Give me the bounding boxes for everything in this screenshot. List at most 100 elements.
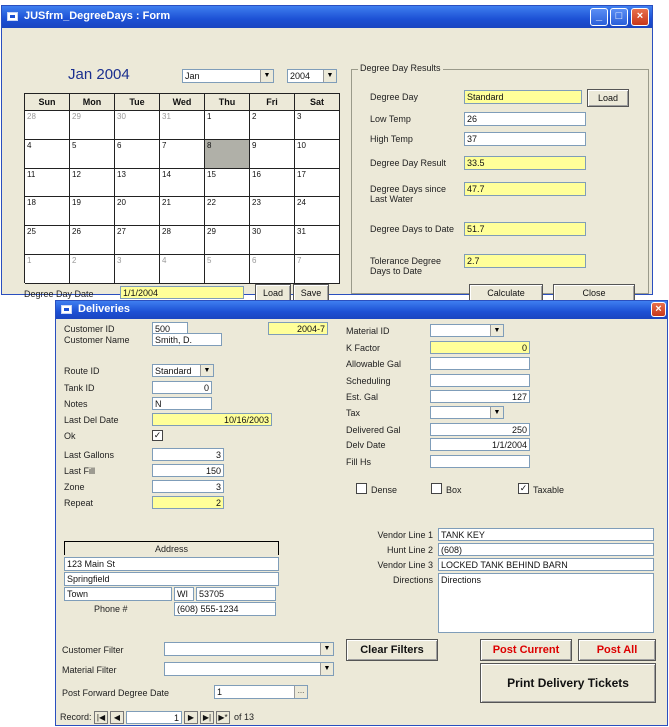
calendar-day-cell[interactable]: 5: [70, 139, 115, 169]
degree-days-titlebar[interactable]: JUSfrm_DegreeDays : Form _ □ ×: [2, 6, 652, 28]
calendar-day-cell[interactable]: 27: [115, 226, 160, 255]
calendar-day-cell[interactable]: 30: [250, 226, 295, 255]
delivery-right-input[interactable]: 127: [430, 390, 530, 403]
delivery-checkbox[interactable]: [431, 483, 442, 494]
chevron-down-icon[interactable]: ▼: [490, 325, 503, 336]
delivery-field-input[interactable]: 3: [152, 480, 224, 493]
delivery-field-input[interactable]: Smith, D.: [152, 333, 222, 346]
delivery-right-input[interactable]: 2▼: [430, 324, 504, 337]
info-field-input[interactable]: (608): [438, 543, 654, 556]
customer-extra-field[interactable]: 2004-7: [268, 322, 328, 335]
calendar-day-cell[interactable]: 13: [115, 168, 160, 198]
first-record-icon[interactable]: |◀: [94, 711, 108, 724]
delivery-field-input[interactable]: 3: [152, 448, 224, 461]
delivery-field-input[interactable]: 0: [152, 381, 212, 394]
post-current-button[interactable]: Post Current: [480, 639, 572, 661]
degree-day-field-input[interactable]: 37: [464, 132, 586, 146]
calendar-day-cell[interactable]: 5: [205, 255, 250, 284]
previous-record-icon[interactable]: ◀: [110, 711, 124, 724]
chevron-down-icon[interactable]: ▼: [320, 663, 333, 675]
delivery-field-input[interactable]: N: [152, 397, 212, 410]
calendar-day-cell[interactable]: 29: [70, 111, 115, 140]
delivery-right-input[interactable]: [430, 374, 530, 387]
zip-field[interactable]: 53705: [196, 587, 276, 601]
address-line2-field[interactable]: Springfield: [64, 572, 279, 586]
delivery-right-input[interactable]: 1/1/2004: [430, 438, 530, 451]
calendar-day-cell[interactable]: 12: [70, 168, 115, 198]
calendar-day-cell[interactable]: 1: [205, 111, 250, 140]
calendar-day-cell[interactable]: 17: [295, 168, 340, 198]
info-field-input[interactable]: TANK KEY: [438, 528, 654, 541]
month-select[interactable]: Jan ▼: [182, 69, 274, 83]
delivery-right-input[interactable]: [430, 357, 530, 370]
chevron-down-icon[interactable]: ▼: [490, 407, 503, 418]
degree-day-date-field[interactable]: 1/1/2004: [120, 286, 244, 299]
delivery-field-input[interactable]: 2: [152, 496, 224, 509]
calendar-day-cell[interactable]: 28: [160, 226, 205, 255]
calendar-day-cell[interactable]: 19: [70, 197, 115, 227]
delivery-checkbox[interactable]: ✓: [518, 483, 529, 494]
calendar-day-cell[interactable]: 6: [115, 139, 160, 169]
calendar-day-cell[interactable]: 21: [160, 197, 205, 227]
degree-day-load-button[interactable]: Load: [587, 89, 629, 107]
delivery-right-input[interactable]: 0: [430, 341, 530, 354]
degree-day-field-input[interactable]: 26: [464, 112, 586, 126]
calendar-day-cell[interactable]: 1: [25, 255, 70, 284]
delivery-field-input[interactable]: Standard ▼: [152, 364, 214, 377]
calendar-day-cell[interactable]: 11: [25, 168, 70, 198]
info-field-input[interactable]: LOCKED TANK BEHIND BARN: [438, 558, 654, 571]
delivery-right-input[interactable]: [430, 455, 530, 468]
delivery-checkbox[interactable]: [356, 483, 367, 494]
calendar-day-cell[interactable]: 15: [205, 168, 250, 198]
address-line1-field[interactable]: 123 Main St: [64, 557, 279, 571]
close-icon[interactable]: ×: [651, 302, 666, 317]
calendar-day-cell[interactable]: 4: [160, 255, 205, 284]
calendar-day-cell[interactable]: 2: [70, 255, 115, 284]
chevron-down-icon[interactable]: ▼: [320, 643, 333, 655]
new-record-icon[interactable]: ▶*: [216, 711, 230, 724]
directions-textarea[interactable]: Directions: [438, 573, 654, 633]
calendar-day-cell[interactable]: 2: [250, 111, 295, 140]
close-icon[interactable]: ×: [631, 8, 649, 26]
calendar-day-cell[interactable]: 28: [25, 111, 70, 140]
ok-checkbox[interactable]: ✓: [152, 430, 163, 441]
calendar-day-cell[interactable]: 6: [250, 255, 295, 284]
customer-filter-select[interactable]: ▼: [164, 642, 334, 656]
chevron-down-icon[interactable]: ▼: [323, 70, 336, 82]
maximize-icon[interactable]: □: [610, 8, 628, 26]
delivery-right-input[interactable]: ▼: [430, 406, 504, 419]
calendar-day-cell[interactable]: 16: [250, 168, 295, 198]
city-field[interactable]: Town: [64, 587, 172, 601]
degree-day-field-input[interactable]: 33.5: [464, 156, 586, 170]
calendar-day-cell[interactable]: 24: [295, 197, 340, 227]
calendar-day-cell[interactable]: 30: [115, 111, 160, 140]
minimize-icon[interactable]: _: [590, 8, 608, 26]
calendar-day-cell[interactable]: 7: [160, 139, 205, 169]
degree-day-field-input[interactable]: 2.7: [464, 254, 586, 268]
chevron-down-icon[interactable]: ▼: [260, 70, 273, 82]
degree-day-field-input[interactable]: Standard: [464, 90, 582, 104]
post-forward-field[interactable]: 1 …: [214, 685, 308, 699]
record-number-field[interactable]: 1: [126, 711, 182, 724]
clear-filters-button[interactable]: Clear Filters: [346, 639, 438, 661]
calendar-day-cell[interactable]: 18: [25, 197, 70, 227]
calendar-day-cell[interactable]: 14: [160, 168, 205, 198]
calendar-day-cell[interactable]: 23: [250, 197, 295, 227]
delivery-field-input[interactable]: 150: [152, 464, 224, 477]
degree-day-field-input[interactable]: 47.7: [464, 182, 586, 196]
calendar-day-cell[interactable]: 20: [115, 197, 160, 227]
next-record-icon[interactable]: ▶: [184, 711, 198, 724]
calendar-day-cell[interactable]: 3: [295, 111, 340, 140]
calendar-day-cell[interactable]: 4: [25, 139, 70, 169]
phone-field[interactable]: (608) 555-1234: [174, 602, 276, 616]
year-select[interactable]: 2004 ▼: [287, 69, 337, 83]
last-record-icon[interactable]: ▶|: [200, 711, 214, 724]
calendar-day-cell[interactable]: 7: [295, 255, 340, 284]
state-field[interactable]: WI: [174, 587, 194, 601]
calendar-day-cell[interactable]: 25: [25, 226, 70, 255]
calendar-day-cell[interactable]: 31: [160, 111, 205, 140]
calendar-day-cell[interactable]: 10: [295, 139, 340, 169]
calendar-day-cell[interactable]: 31: [295, 226, 340, 255]
degree-day-field-input[interactable]: 51.7: [464, 222, 586, 236]
deliveries-titlebar[interactable]: Deliveries ×: [56, 301, 667, 319]
